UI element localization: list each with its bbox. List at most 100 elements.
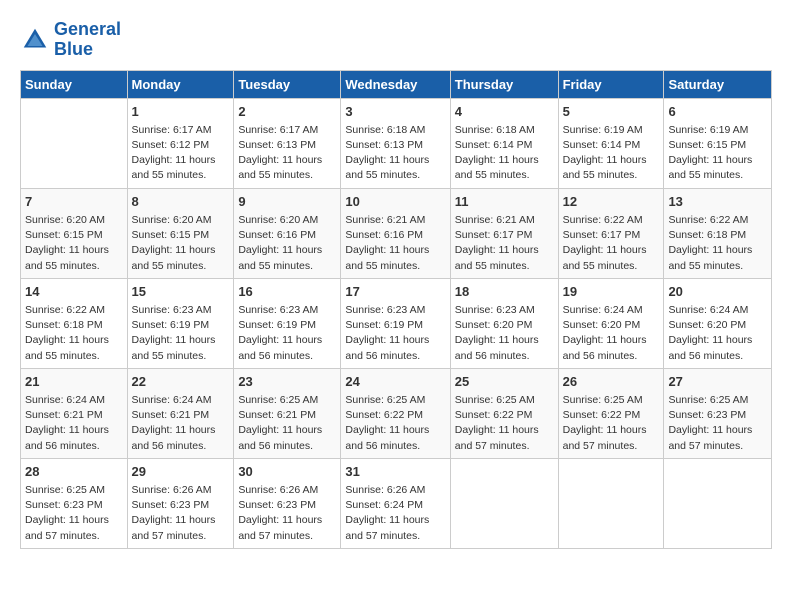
day-cell: 4 Sunrise: 6:18 AM Sunset: 6:14 PM Daylig…: [450, 98, 558, 188]
day-info: Sunrise: 6:18 AM Sunset: 6:13 PM Dayligh…: [345, 123, 445, 184]
day-cell: 19 Sunrise: 6:24 AM Sunset: 6:20 PM Dayli…: [558, 278, 664, 368]
day-cell: 1 Sunrise: 6:17 AM Sunset: 6:12 PM Daylig…: [127, 98, 234, 188]
page-header: General Blue: [20, 20, 772, 60]
calendar-header: SundayMondayTuesdayWednesdayThursdayFrid…: [21, 70, 772, 98]
day-info: Sunrise: 6:21 AM Sunset: 6:16 PM Dayligh…: [345, 213, 445, 274]
day-cell: 30 Sunrise: 6:26 AM Sunset: 6:23 PM Dayli…: [234, 458, 341, 548]
day-info: Sunrise: 6:23 AM Sunset: 6:20 PM Dayligh…: [455, 303, 554, 364]
day-cell: [450, 458, 558, 548]
day-cell: 9 Sunrise: 6:20 AM Sunset: 6:16 PM Daylig…: [234, 188, 341, 278]
day-cell: 21 Sunrise: 6:24 AM Sunset: 6:21 PM Dayli…: [21, 368, 128, 458]
day-info: Sunrise: 6:23 AM Sunset: 6:19 PM Dayligh…: [238, 303, 336, 364]
day-info: Sunrise: 6:21 AM Sunset: 6:17 PM Dayligh…: [455, 213, 554, 274]
day-cell: [664, 458, 772, 548]
day-number: 4: [455, 103, 554, 121]
day-info: Sunrise: 6:17 AM Sunset: 6:13 PM Dayligh…: [238, 123, 336, 184]
day-cell: 5Sunrise: 6:19 AM Sunset: 6:14 PM Daylig…: [558, 98, 664, 188]
header-cell-tuesday: Tuesday: [234, 70, 341, 98]
day-info: Sunrise: 6:25 AM Sunset: 6:23 PM Dayligh…: [668, 393, 767, 454]
day-cell: 13 Sunrise: 6:22 AM Sunset: 6:18 PM Dayli…: [664, 188, 772, 278]
day-cell: 8 Sunrise: 6:20 AM Sunset: 6:15 PM Daylig…: [127, 188, 234, 278]
day-number: 12: [563, 193, 660, 211]
day-cell: 2 Sunrise: 6:17 AM Sunset: 6:13 PM Daylig…: [234, 98, 341, 188]
day-number: 11: [455, 193, 554, 211]
day-cell: 17 Sunrise: 6:23 AM Sunset: 6:19 PM Dayli…: [341, 278, 450, 368]
day-number: 29: [132, 463, 230, 481]
day-number: 5: [563, 103, 660, 121]
day-cell: 6 Sunrise: 6:19 AM Sunset: 6:15 PM Daylig…: [664, 98, 772, 188]
header-cell-thursday: Thursday: [450, 70, 558, 98]
header-cell-wednesday: Wednesday: [341, 70, 450, 98]
day-number: 3: [345, 103, 445, 121]
day-number: 31: [345, 463, 445, 481]
day-number: 9: [238, 193, 336, 211]
day-number: 13: [668, 193, 767, 211]
header-cell-monday: Monday: [127, 70, 234, 98]
day-info: Sunrise: 6:25 AM Sunset: 6:22 PM Dayligh…: [345, 393, 445, 454]
day-number: 14: [25, 283, 123, 301]
day-info: Sunrise: 6:23 AM Sunset: 6:19 PM Dayligh…: [345, 303, 445, 364]
day-number: 2: [238, 103, 336, 121]
day-info: Sunrise: 6:20 AM Sunset: 6:16 PM Dayligh…: [238, 213, 336, 274]
day-info: Sunrise: 6:26 AM Sunset: 6:24 PM Dayligh…: [345, 483, 445, 544]
day-number: 8: [132, 193, 230, 211]
day-number: 26: [563, 373, 660, 391]
day-number: 21: [25, 373, 123, 391]
day-info: Sunrise: 6:24 AM Sunset: 6:20 PM Dayligh…: [563, 303, 660, 364]
day-info: Sunrise: 6:24 AM Sunset: 6:21 PM Dayligh…: [132, 393, 230, 454]
day-info: Sunrise: 6:23 AM Sunset: 6:19 PM Dayligh…: [132, 303, 230, 364]
day-cell: 7Sunrise: 6:20 AM Sunset: 6:15 PM Daylig…: [21, 188, 128, 278]
day-number: 20: [668, 283, 767, 301]
header-cell-sunday: Sunday: [21, 70, 128, 98]
day-info: Sunrise: 6:25 AM Sunset: 6:21 PM Dayligh…: [238, 393, 336, 454]
week-row-4: 21 Sunrise: 6:24 AM Sunset: 6:21 PM Dayli…: [21, 368, 772, 458]
day-info: Sunrise: 6:22 AM Sunset: 6:18 PM Dayligh…: [668, 213, 767, 274]
day-cell: [21, 98, 128, 188]
day-cell: 28Sunrise: 6:25 AM Sunset: 6:23 PM Dayli…: [21, 458, 128, 548]
day-info: Sunrise: 6:18 AM Sunset: 6:14 PM Dayligh…: [455, 123, 554, 184]
day-number: 16: [238, 283, 336, 301]
week-row-5: 28Sunrise: 6:25 AM Sunset: 6:23 PM Dayli…: [21, 458, 772, 548]
day-info: Sunrise: 6:24 AM Sunset: 6:21 PM Dayligh…: [25, 393, 123, 454]
day-cell: 18 Sunrise: 6:23 AM Sunset: 6:20 PM Dayli…: [450, 278, 558, 368]
day-cell: 24 Sunrise: 6:25 AM Sunset: 6:22 PM Dayli…: [341, 368, 450, 458]
day-cell: 23 Sunrise: 6:25 AM Sunset: 6:21 PM Dayli…: [234, 368, 341, 458]
header-cell-friday: Friday: [558, 70, 664, 98]
day-cell: 15Sunrise: 6:23 AM Sunset: 6:19 PM Dayli…: [127, 278, 234, 368]
day-number: 30: [238, 463, 336, 481]
day-number: 25: [455, 373, 554, 391]
day-number: 19: [563, 283, 660, 301]
day-number: 27: [668, 373, 767, 391]
day-number: 28: [25, 463, 123, 481]
day-cell: 25Sunrise: 6:25 AM Sunset: 6:22 PM Dayli…: [450, 368, 558, 458]
logo: General Blue: [20, 20, 121, 60]
day-info: Sunrise: 6:19 AM Sunset: 6:15 PM Dayligh…: [668, 123, 767, 184]
day-cell: 11 Sunrise: 6:21 AM Sunset: 6:17 PM Dayli…: [450, 188, 558, 278]
day-number: 23: [238, 373, 336, 391]
day-info: Sunrise: 6:17 AM Sunset: 6:12 PM Dayligh…: [132, 123, 230, 184]
day-cell: 3 Sunrise: 6:18 AM Sunset: 6:13 PM Daylig…: [341, 98, 450, 188]
day-cell: 20 Sunrise: 6:24 AM Sunset: 6:20 PM Dayli…: [664, 278, 772, 368]
day-cell: [558, 458, 664, 548]
day-number: 22: [132, 373, 230, 391]
day-info: Sunrise: 6:25 AM Sunset: 6:22 PM Dayligh…: [563, 393, 660, 454]
day-number: 18: [455, 283, 554, 301]
header-row: SundayMondayTuesdayWednesdayThursdayFrid…: [21, 70, 772, 98]
day-number: 17: [345, 283, 445, 301]
day-cell: 12Sunrise: 6:22 AM Sunset: 6:17 PM Dayli…: [558, 188, 664, 278]
day-info: Sunrise: 6:20 AM Sunset: 6:15 PM Dayligh…: [132, 213, 230, 274]
day-number: 1: [132, 103, 230, 121]
day-cell: 31 Sunrise: 6:26 AM Sunset: 6:24 PM Dayli…: [341, 458, 450, 548]
calendar-body: 1 Sunrise: 6:17 AM Sunset: 6:12 PM Daylig…: [21, 98, 772, 548]
day-number: 6: [668, 103, 767, 121]
logo-text: General Blue: [54, 20, 121, 60]
day-number: 24: [345, 373, 445, 391]
day-cell: 26 Sunrise: 6:25 AM Sunset: 6:22 PM Dayli…: [558, 368, 664, 458]
day-info: Sunrise: 6:26 AM Sunset: 6:23 PM Dayligh…: [238, 483, 336, 544]
day-info: Sunrise: 6:20 AM Sunset: 6:15 PM Dayligh…: [25, 213, 123, 274]
day-info: Sunrise: 6:24 AM Sunset: 6:20 PM Dayligh…: [668, 303, 767, 364]
day-cell: 27 Sunrise: 6:25 AM Sunset: 6:23 PM Dayli…: [664, 368, 772, 458]
day-cell: 22 Sunrise: 6:24 AM Sunset: 6:21 PM Dayli…: [127, 368, 234, 458]
day-cell: 14Sunrise: 6:22 AM Sunset: 6:18 PM Dayli…: [21, 278, 128, 368]
week-row-1: 1 Sunrise: 6:17 AM Sunset: 6:12 PM Daylig…: [21, 98, 772, 188]
